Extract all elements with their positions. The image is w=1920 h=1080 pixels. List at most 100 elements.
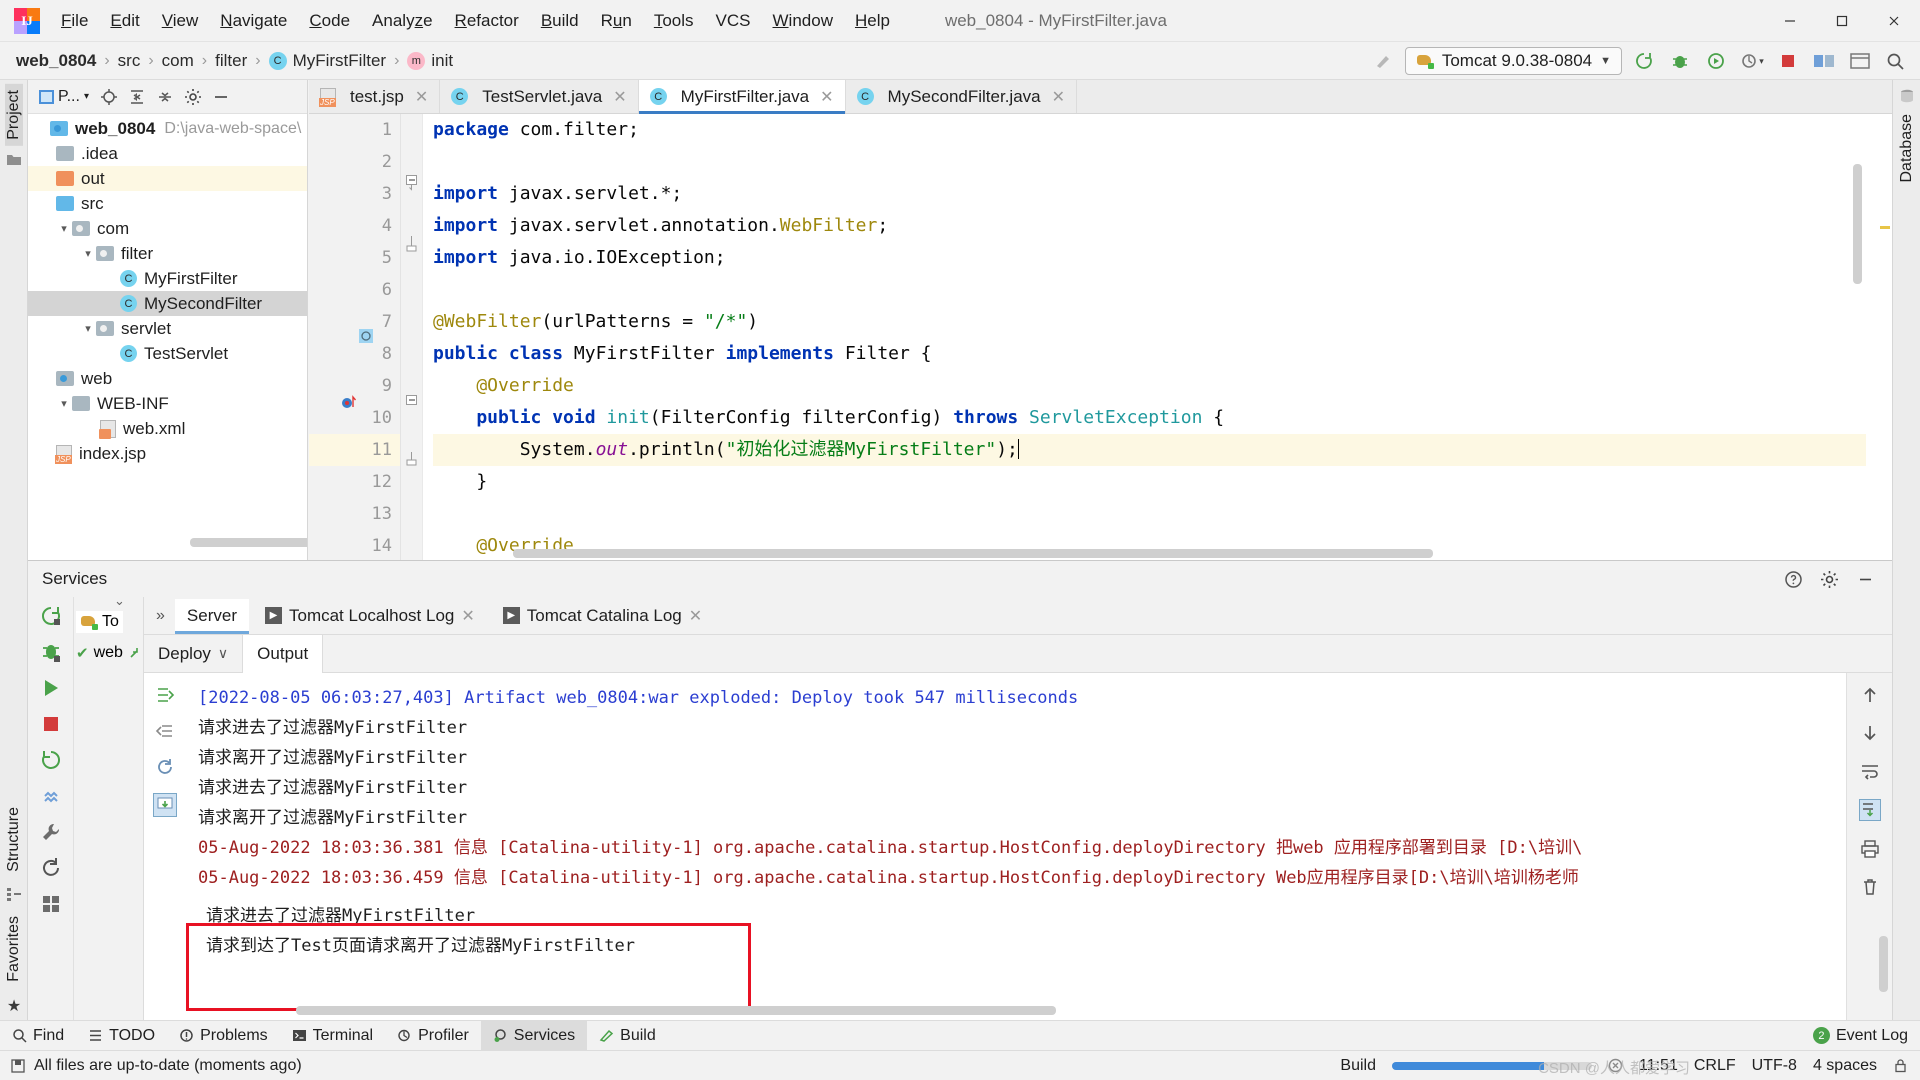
services-tree[interactable]: To ✔ web ⌄ xyxy=(74,597,144,1020)
class-impl-icon[interactable] xyxy=(359,329,373,343)
code-editor[interactable]: 1 2 3 4 5 6 7 8 9 10 11 12 13 14 package… xyxy=(309,114,1892,560)
collapse-all-icon[interactable] xyxy=(152,84,178,110)
console-vertical-scrollbar[interactable] xyxy=(1879,936,1888,992)
close-icon[interactable]: ✕ xyxy=(415,87,428,107)
stop-icon[interactable] xyxy=(40,713,62,735)
down-arrow-icon[interactable] xyxy=(1860,723,1880,743)
download-icon[interactable] xyxy=(153,793,177,817)
update-app-icon[interactable] xyxy=(1810,47,1838,75)
up-arrow-icon[interactable] xyxy=(1860,685,1880,705)
menu-build[interactable]: Build xyxy=(530,7,590,35)
run-configuration-selector[interactable]: Tomcat 9.0.38-0804 ▼ xyxy=(1404,47,1622,75)
toolwindow-build[interactable]: Build xyxy=(587,1021,668,1051)
tree-item-idea[interactable]: .idea xyxy=(28,141,307,166)
editor-fold-bar[interactable] xyxy=(401,114,423,560)
status-indent[interactable]: 4 spaces xyxy=(1813,1057,1877,1075)
menu-view[interactable]: View xyxy=(151,7,210,35)
run-with-coverage-icon[interactable] xyxy=(1702,47,1730,75)
breadcrumb-item-project[interactable]: web_0804 xyxy=(12,49,100,73)
fold-region-start-icon[interactable] xyxy=(405,394,418,412)
fold-region-end-icon[interactable] xyxy=(405,452,418,468)
sidebar-item-favorites[interactable]: Favorites xyxy=(5,910,23,988)
hide-icon[interactable] xyxy=(208,84,234,110)
minimize-button[interactable] xyxy=(1764,0,1816,42)
menu-run[interactable]: Run xyxy=(590,7,643,35)
chevron-down-icon[interactable]: ▼ xyxy=(1600,55,1611,67)
chevron-down-icon[interactable]: ▾ xyxy=(80,247,96,260)
toolwindow-services[interactable]: Services xyxy=(480,1020,588,1051)
search-everywhere-icon[interactable] xyxy=(1882,47,1910,75)
tree-item-WEB-INF[interactable]: ▾ WEB-INF xyxy=(28,391,307,416)
profiler-icon[interactable]: ▾ xyxy=(1738,47,1766,75)
debug-icon[interactable] xyxy=(40,641,62,663)
close-icon[interactable]: ✕ xyxy=(689,606,702,626)
wrench-icon[interactable] xyxy=(40,821,62,843)
sidebar-item-project[interactable]: Project xyxy=(5,84,23,146)
close-icon[interactable]: ✕ xyxy=(613,87,626,107)
folder-icon[interactable] xyxy=(6,152,22,166)
refresh-icon[interactable] xyxy=(40,857,62,879)
status-line-separator[interactable]: CRLF xyxy=(1694,1057,1736,1075)
menu-navigate[interactable]: Navigate xyxy=(209,7,298,35)
editor-tab-testservlet-java[interactable]: C TestServlet.java ✕ xyxy=(440,80,639,113)
toolwindow-terminal[interactable]: Terminal xyxy=(280,1021,385,1051)
services-tab-server[interactable]: Server xyxy=(174,598,250,634)
tree-item-MySecondFilter[interactable]: C MySecondFilter xyxy=(28,291,307,316)
menu-vcs[interactable]: VCS xyxy=(705,7,762,35)
settings-gear-icon[interactable] xyxy=(1816,566,1842,592)
expand-all-icon[interactable] xyxy=(124,84,150,110)
menu-refactor[interactable]: Refactor xyxy=(444,7,530,35)
project-view-selector[interactable]: P... ▾ xyxy=(34,86,94,108)
toolwindow-todo[interactable]: TODO xyxy=(76,1021,167,1051)
scroll-up-icon[interactable] xyxy=(155,721,175,741)
close-button[interactable] xyxy=(1868,0,1920,42)
help-icon[interactable] xyxy=(1780,566,1806,592)
tree-item-web_0804[interactable]: ▾ web_0804 D:\java-web-space\ xyxy=(28,116,307,141)
services-tab-tomcat-localhost-log[interactable]: ▶ Tomcat Localhost Log ✕ xyxy=(253,599,487,633)
redeploy-icon[interactable] xyxy=(40,749,62,771)
tree-item-web[interactable]: web xyxy=(28,366,307,391)
tree-item-MyFirstFilter[interactable]: C MyFirstFilter xyxy=(28,266,307,291)
toolwindow-problems[interactable]: Problems xyxy=(167,1021,280,1051)
editor-gutter[interactable]: 1 2 3 4 5 6 7 8 9 10 11 12 13 14 xyxy=(309,114,401,560)
editor-vertical-scrollbar[interactable] xyxy=(1853,164,1862,284)
browser-icon[interactable] xyxy=(1846,47,1874,75)
lock-icon[interactable] xyxy=(1893,1058,1908,1073)
menu-help[interactable]: Help xyxy=(844,7,901,35)
trash-icon[interactable] xyxy=(1860,877,1880,897)
menu-window[interactable]: Window xyxy=(762,7,844,35)
filter-icon[interactable] xyxy=(40,785,62,807)
close-icon[interactable]: ✕ xyxy=(820,87,833,107)
more-tabs-icon[interactable]: » xyxy=(150,607,171,625)
sidebar-item-structure[interactable]: Structure xyxy=(5,801,23,878)
tree-item-web-xml[interactable]: web.xml xyxy=(28,416,307,441)
console-horizontal-scrollbar[interactable] xyxy=(296,1006,1056,1015)
tree-item-servlet[interactable]: ▾ servlet xyxy=(28,316,307,341)
console-area[interactable]: [2022-08-05 06:03:27,403] Artifact web_0… xyxy=(144,673,1892,1020)
tree-item-com[interactable]: ▾ com xyxy=(28,216,307,241)
debug-icon[interactable] xyxy=(1666,47,1694,75)
stop-icon[interactable] xyxy=(1774,47,1802,75)
tree-item-TestServlet[interactable]: C TestServlet xyxy=(28,341,307,366)
tree-item-src[interactable]: src xyxy=(28,191,307,216)
toolwindow-event-log[interactable]: 2 Event Log xyxy=(1801,1021,1920,1051)
fold-region-end-icon[interactable] xyxy=(405,236,418,252)
services-subtab-output[interactable]: Output xyxy=(243,634,324,673)
menu-tools[interactable]: Tools xyxy=(643,7,705,35)
editor-tab-myfirstfilter-java[interactable]: C MyFirstFilter.java ✕ xyxy=(638,80,846,114)
chevron-down-icon[interactable]: ∨ xyxy=(218,645,228,662)
locate-icon[interactable] xyxy=(96,84,122,110)
run-icon[interactable] xyxy=(40,677,62,699)
close-icon[interactable]: ✕ xyxy=(1052,87,1065,107)
project-tree-horizontal-scrollbar[interactable] xyxy=(190,538,307,547)
breadcrumb-item-filter[interactable]: filter xyxy=(211,49,251,73)
breadcrumb-item-com[interactable]: com xyxy=(158,49,198,73)
menu-edit[interactable]: Edit xyxy=(99,7,150,35)
rerun-icon[interactable] xyxy=(1630,47,1658,75)
chevron-down-icon[interactable]: ▾ xyxy=(80,322,96,335)
chevron-down-icon[interactable]: ▾ xyxy=(56,397,72,410)
breadcrumb-item-class[interactable]: C MyFirstFilter xyxy=(265,49,390,73)
status-encoding[interactable]: UTF-8 xyxy=(1752,1057,1797,1075)
editor-horizontal-scrollbar[interactable] xyxy=(513,549,1433,558)
breadcrumb-item-method[interactable]: m init xyxy=(403,49,457,73)
